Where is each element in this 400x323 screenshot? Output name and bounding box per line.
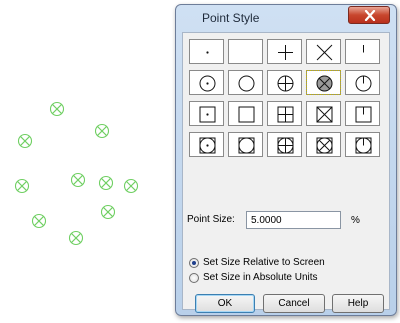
canvas-point [31, 213, 47, 229]
canvas-point [98, 175, 114, 191]
square-tick-icon [355, 106, 372, 123]
point-style-circle-dot[interactable] [189, 70, 224, 95]
point-style-dialog: Point Style Point Size: % Set Size Relat… [175, 4, 397, 316]
point-style-circle-x[interactable] [306, 70, 341, 95]
circle-square-plus-icon [277, 137, 294, 154]
point-style-square-dot[interactable] [189, 101, 224, 126]
canvas-point [100, 204, 116, 220]
point-style-square-tick[interactable] [345, 101, 380, 126]
point-size-label: Point Size: [187, 214, 235, 225]
point-style-circle-square[interactable] [228, 132, 263, 157]
canvas-point [49, 101, 65, 117]
circle-x-icon [316, 75, 333, 92]
circle-icon [238, 75, 255, 92]
canvas-point [94, 123, 110, 139]
canvas-point [14, 178, 30, 194]
canvas-point [68, 230, 84, 246]
tick-icon [363, 45, 364, 53]
point-size-unit: % [351, 215, 360, 226]
point-style-square[interactable] [228, 101, 263, 126]
dot-icon [206, 51, 209, 54]
circle-square-x-icon [316, 137, 333, 154]
point-style-x[interactable] [306, 39, 341, 64]
square-dot-icon [199, 106, 216, 123]
plus-icon [278, 45, 293, 60]
point-style-dot[interactable] [189, 39, 224, 64]
close-icon [364, 10, 376, 21]
help-button[interactable]: Help [332, 294, 384, 313]
point-style-square-plus[interactable] [267, 101, 302, 126]
point-style-circle-plus[interactable] [267, 70, 302, 95]
radio-absolute-label: Set Size in Absolute Units [203, 272, 318, 283]
radio-absolute[interactable] [189, 273, 199, 283]
circle-dot-icon [199, 75, 216, 92]
circle-tick-icon [355, 75, 372, 92]
canvas-point [17, 133, 33, 149]
drawing-canvas[interactable] [0, 0, 170, 323]
circle-square-tick-icon [355, 137, 372, 154]
radio-relative-label: Set Size Relative to Screen [203, 257, 325, 268]
radio-relative[interactable] [189, 258, 199, 268]
square-x-icon [316, 106, 333, 123]
none-icon [229, 40, 264, 65]
point-style-plus[interactable] [267, 39, 302, 64]
canvas-point [70, 172, 86, 188]
ok-button[interactable]: OK [195, 294, 255, 313]
cancel-button[interactable]: Cancel [263, 294, 325, 313]
point-style-circle-square-x[interactable] [306, 132, 341, 157]
point-style-square-x[interactable] [306, 101, 341, 126]
x-icon [316, 44, 333, 61]
circle-square-dot-icon [199, 137, 216, 154]
point-style-tick[interactable] [345, 39, 380, 64]
square-plus-icon [277, 106, 294, 123]
title-bar[interactable]: Point Style [176, 5, 396, 31]
point-style-circle-square-dot[interactable] [189, 132, 224, 157]
circle-plus-icon [277, 75, 294, 92]
dialog-title: Point Style [202, 11, 260, 25]
canvas-point [123, 178, 139, 194]
point-style-circle-tick[interactable] [345, 70, 380, 95]
point-style-circle-square-tick[interactable] [345, 132, 380, 157]
point-size-input[interactable] [246, 211, 341, 229]
dialog-body: Point Size: % Set Size Relative to Scree… [182, 32, 390, 313]
point-style-none[interactable] [228, 39, 263, 64]
point-style-circle[interactable] [228, 70, 263, 95]
square-icon [238, 106, 255, 123]
point-style-circle-square-plus[interactable] [267, 132, 302, 157]
circle-square-icon [238, 137, 255, 154]
close-button[interactable] [348, 6, 390, 24]
